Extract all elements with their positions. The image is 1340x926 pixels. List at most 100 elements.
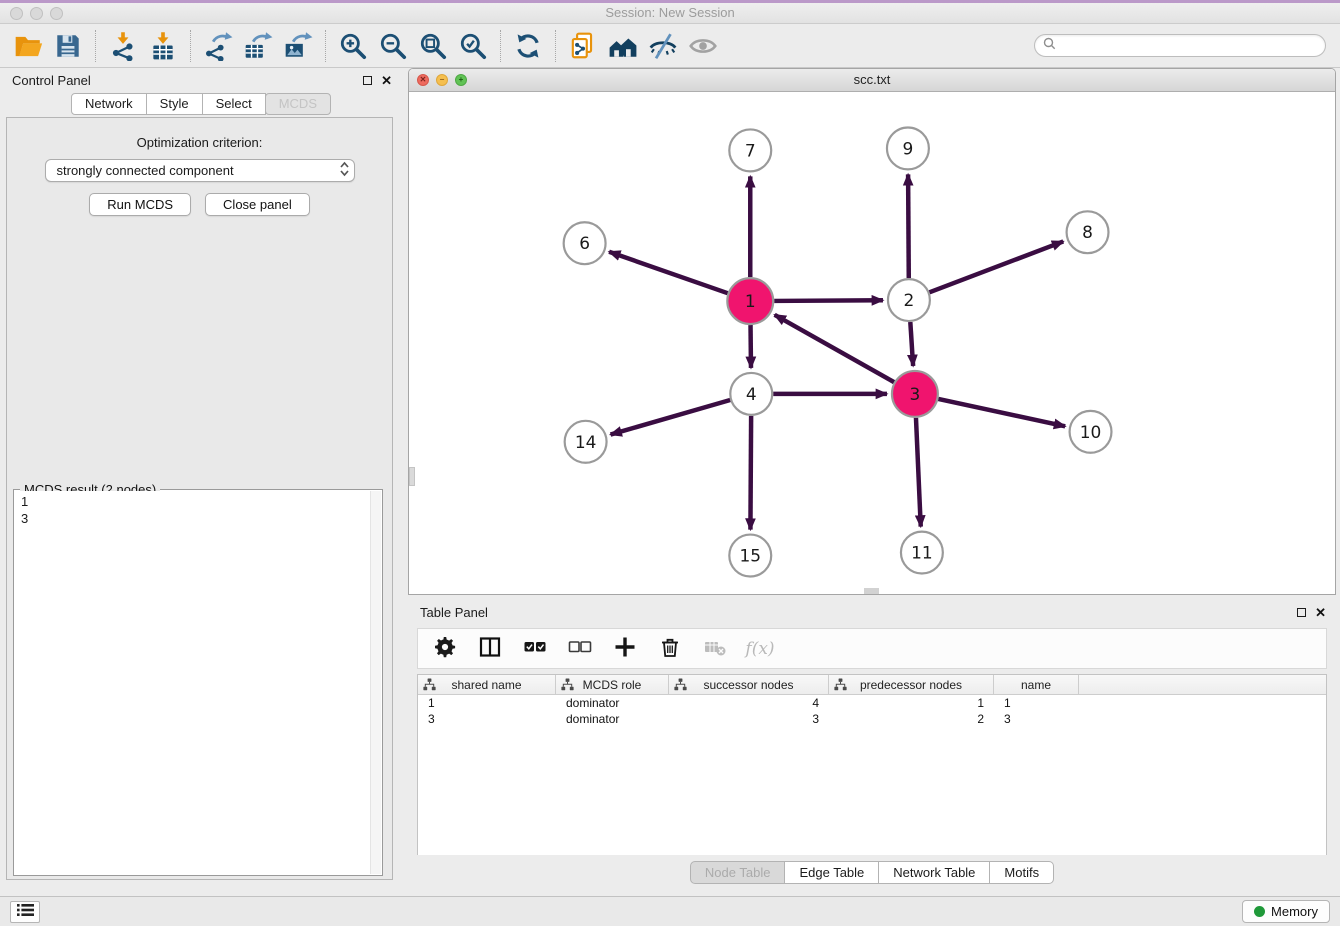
tab-motifs[interactable]: Motifs bbox=[989, 861, 1054, 884]
tab-edge-table[interactable]: Edge Table bbox=[784, 861, 879, 884]
column-label: successor nodes bbox=[703, 678, 793, 692]
table-cell[interactable]: 2 bbox=[829, 711, 994, 727]
table-cell[interactable]: 1 bbox=[994, 695, 1079, 711]
table-cell[interactable]: dominator bbox=[556, 695, 669, 711]
graph-node-14[interactable]: 14 bbox=[565, 421, 607, 463]
first-neighbors-button[interactable] bbox=[603, 28, 643, 64]
import-table-button[interactable] bbox=[143, 28, 183, 64]
close-mcds-panel-button[interactable]: Close panel bbox=[205, 193, 310, 216]
close-window-button[interactable] bbox=[10, 7, 23, 20]
network-graph[interactable]: 7 9 6 8 1 2 4 3 14 10 15 11 bbox=[409, 92, 1335, 595]
graph-edge-3-10[interactable] bbox=[938, 399, 1065, 426]
graph-node-4[interactable]: 4 bbox=[730, 373, 772, 415]
column-header-predecessor-nodes[interactable]: predecessor nodes bbox=[829, 675, 994, 694]
column-header-MCDS-role[interactable]: MCDS role bbox=[556, 675, 669, 694]
network-maximize-button[interactable]: + bbox=[455, 74, 467, 86]
export-table-button[interactable] bbox=[238, 28, 278, 64]
graph-node-2[interactable]: 2 bbox=[888, 279, 930, 321]
close-control-panel-icon[interactable]: ✕ bbox=[381, 74, 392, 87]
table-panel-title: Table Panel bbox=[420, 605, 488, 620]
export-network-button[interactable] bbox=[198, 28, 238, 64]
graph-node-8[interactable]: 8 bbox=[1067, 211, 1109, 253]
zoom-in-button[interactable] bbox=[333, 28, 373, 64]
table-row[interactable]: 1dominator411 bbox=[418, 695, 1326, 711]
table-cell[interactable]: 1 bbox=[418, 695, 556, 711]
tab-style[interactable]: Style bbox=[146, 93, 203, 115]
tab-node-table[interactable]: Node Table bbox=[690, 861, 786, 884]
result-scrollbar[interactable] bbox=[370, 491, 381, 874]
network-window-titlebar[interactable]: ✕ − + scc.txt bbox=[409, 69, 1335, 92]
graph-node-1[interactable]: 1 bbox=[727, 278, 773, 324]
search-input[interactable] bbox=[1061, 35, 1325, 56]
graph-edge-3-1[interactable] bbox=[775, 315, 894, 382]
zoom-window-button[interactable] bbox=[50, 7, 63, 20]
tab-select[interactable]: Select bbox=[202, 93, 266, 115]
left-scrollbar-thumb[interactable] bbox=[409, 467, 415, 486]
graph-edge-1-6[interactable] bbox=[609, 252, 728, 293]
export-image-button[interactable] bbox=[278, 28, 318, 64]
graph-edge-2-8[interactable] bbox=[929, 241, 1063, 292]
bottom-splitter-handle[interactable] bbox=[864, 588, 879, 594]
show-columns-button[interactable] bbox=[475, 634, 505, 664]
network-close-button[interactable]: ✕ bbox=[417, 74, 429, 86]
hide-selected-button[interactable] bbox=[643, 28, 683, 64]
tab-network-table[interactable]: Network Table bbox=[878, 861, 990, 884]
column-header-name[interactable]: name bbox=[994, 675, 1079, 694]
clone-network-button[interactable] bbox=[563, 28, 603, 64]
tab-mcds[interactable]: MCDS bbox=[265, 93, 331, 115]
table-settings-button[interactable] bbox=[430, 634, 460, 664]
mcds-result-list[interactable]: 1 3 bbox=[15, 491, 381, 874]
graph-edge-2-9[interactable] bbox=[908, 174, 909, 278]
graph-node-6[interactable]: 6 bbox=[564, 222, 606, 264]
minimize-window-button[interactable] bbox=[30, 7, 43, 20]
float-table-panel-icon[interactable] bbox=[1297, 608, 1306, 617]
graph-node-label-3: 3 bbox=[910, 384, 921, 404]
destroy-table-button[interactable] bbox=[700, 634, 730, 664]
graph-edge-3-11[interactable] bbox=[916, 418, 921, 527]
graph-node-7[interactable]: 7 bbox=[729, 129, 771, 171]
memory-button[interactable]: Memory bbox=[1242, 900, 1330, 923]
network-minimize-button[interactable]: − bbox=[436, 74, 448, 86]
float-panel-icon[interactable] bbox=[363, 76, 372, 85]
delete-entry-button[interactable] bbox=[655, 634, 685, 664]
table-cell[interactable]: 3 bbox=[669, 711, 829, 727]
task-history-button[interactable] bbox=[10, 901, 40, 923]
criterion-select[interactable]: strongly connected component bbox=[45, 159, 355, 182]
graph-node-3[interactable]: 3 bbox=[892, 371, 938, 417]
graph-edge-4-14[interactable] bbox=[611, 400, 731, 435]
table-cell[interactable]: 1 bbox=[829, 695, 994, 711]
graph-node-15[interactable]: 15 bbox=[729, 535, 771, 577]
column-header-shared-name[interactable]: shared name bbox=[418, 675, 556, 694]
graph-node-10[interactable]: 10 bbox=[1070, 411, 1112, 453]
window-titlebar[interactable]: Session: New Session bbox=[0, 3, 1340, 24]
run-mcds-button[interactable]: Run MCDS bbox=[89, 193, 191, 216]
graph-edge-4-15[interactable] bbox=[750, 416, 751, 530]
import-network-button[interactable] bbox=[103, 28, 143, 64]
zoom-selected-button[interactable] bbox=[453, 28, 493, 64]
table-cell[interactable]: dominator bbox=[556, 711, 669, 727]
deselect-all-button[interactable] bbox=[565, 634, 595, 664]
search-field[interactable] bbox=[1034, 34, 1326, 57]
table-cell[interactable]: 3 bbox=[418, 711, 556, 727]
graph-node-11[interactable]: 11 bbox=[901, 532, 943, 574]
graph-node-9[interactable]: 9 bbox=[887, 127, 929, 169]
tab-network[interactable]: Network bbox=[71, 93, 147, 115]
network-canvas[interactable]: 7 9 6 8 1 2 4 3 14 10 15 11 bbox=[409, 92, 1335, 595]
apply-preferred-layout-button[interactable] bbox=[508, 28, 548, 64]
show-all-button[interactable] bbox=[683, 28, 723, 64]
function-builder-button[interactable]: f(x) bbox=[745, 634, 775, 664]
save-session-button[interactable] bbox=[48, 28, 88, 64]
graph-edge-2-3[interactable] bbox=[910, 322, 913, 366]
add-entry-icon bbox=[613, 635, 637, 662]
table-cell[interactable]: 3 bbox=[994, 711, 1079, 727]
graph-edge-1-2[interactable] bbox=[774, 300, 883, 301]
zoom-fit-button[interactable] bbox=[413, 28, 453, 64]
add-entry-button[interactable] bbox=[610, 634, 640, 664]
table-cell[interactable]: 4 bbox=[669, 695, 829, 711]
zoom-out-button[interactable] bbox=[373, 28, 413, 64]
open-file-button[interactable] bbox=[8, 28, 48, 64]
column-header-successor-nodes[interactable]: successor nodes bbox=[669, 675, 829, 694]
select-all-button[interactable] bbox=[520, 634, 550, 664]
table-row[interactable]: 3dominator323 bbox=[418, 711, 1326, 727]
close-table-panel-icon[interactable]: ✕ bbox=[1315, 606, 1326, 619]
